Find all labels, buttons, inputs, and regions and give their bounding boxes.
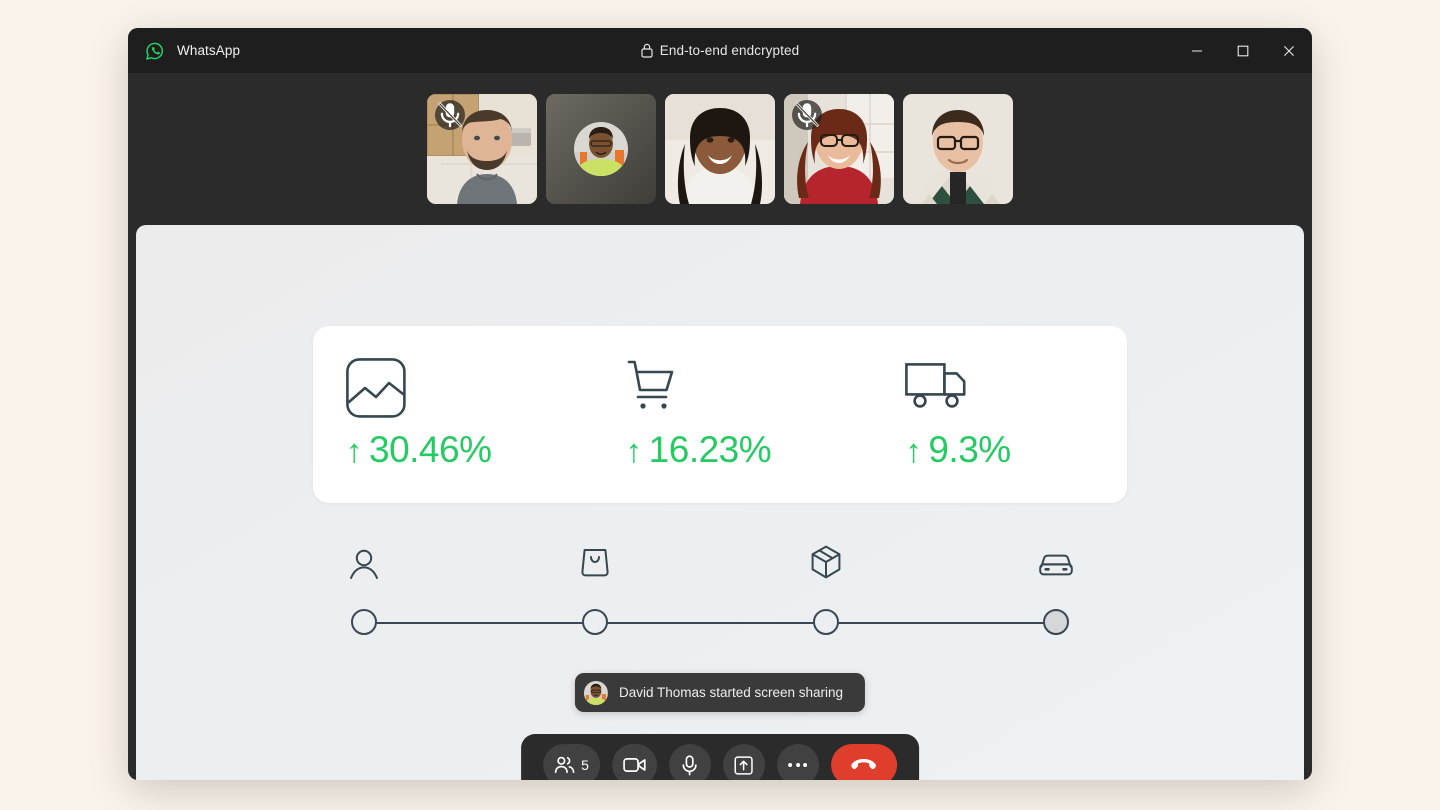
stat-percent: 16.23%: [648, 429, 772, 470]
app-title: WhatsApp: [177, 43, 241, 58]
whatsapp-logo-icon: [144, 40, 166, 62]
camera-button[interactable]: [611, 744, 657, 780]
trend-up-arrow-icon: ↑: [905, 431, 922, 469]
stats-card: ↑ 30.46% ↑ 16.23% ↑ 9.3%: [313, 326, 1127, 503]
participant-filmstrip: [128, 73, 1312, 225]
package-box-icon: [810, 545, 842, 579]
participant-tile[interactable]: [546, 94, 656, 204]
participant-tile[interactable]: [784, 94, 894, 204]
people-icon: [554, 755, 575, 775]
delivery-truck-icon: [905, 358, 1127, 420]
participant-tile[interactable]: [903, 94, 1013, 204]
chart-image-icon: [346, 358, 568, 420]
title-bar: WhatsApp End-to-end endcrypted: [128, 28, 1312, 73]
trend-up-arrow-icon: ↑: [346, 431, 363, 469]
stepper-dot-1[interactable]: [351, 609, 377, 635]
stat-percent: 30.46%: [369, 429, 492, 470]
stat-value: ↑ 16.23%: [626, 429, 848, 471]
microphone-muted-icon: [435, 100, 465, 130]
stat-item: ↑ 16.23%: [568, 326, 848, 503]
stat-item: ↑ 9.3%: [847, 326, 1127, 503]
call-control-bar: 5: [521, 734, 919, 780]
participant-avatar: [583, 680, 608, 705]
window-controls: [1174, 28, 1312, 73]
screen-share-toast: David Thomas started screen sharing: [574, 673, 866, 712]
encryption-label: End-to-end endcrypted: [659, 43, 800, 58]
stat-item: ↑ 30.46%: [313, 326, 568, 503]
stepper-dot-3[interactable]: [813, 609, 839, 635]
titlebar-brand: WhatsApp: [128, 40, 240, 62]
participant-tile[interactable]: [665, 94, 775, 204]
person-icon: [349, 549, 379, 581]
minimize-button[interactable]: [1174, 28, 1220, 73]
close-button[interactable]: [1266, 28, 1312, 73]
maximize-button[interactable]: [1220, 28, 1266, 73]
stat-value: ↑ 30.46%: [346, 429, 568, 471]
video-camera-icon: [622, 756, 646, 774]
shared-screen-stage: ↑ 30.46% ↑ 16.23% ↑ 9.3% David Thomas st…: [136, 225, 1304, 780]
trend-up-arrow-icon: ↑: [625, 431, 643, 469]
stat-value: ↑ 9.3%: [905, 429, 1127, 471]
participants-button[interactable]: 5: [543, 744, 600, 780]
end-call-button[interactable]: [830, 744, 897, 780]
stepper-dot-2[interactable]: [582, 609, 608, 635]
whatsapp-call-window: WhatsApp End-to-end endcrypted ↑ 30.46% …: [128, 28, 1312, 780]
shopping-bag-icon: [581, 547, 609, 577]
order-progress-stepper: [349, 545, 1073, 645]
shopping-cart-icon: [626, 358, 848, 420]
microphone-button[interactable]: [668, 744, 711, 780]
stepper-icons: [349, 545, 1073, 593]
stepper-dot-4[interactable]: [1043, 609, 1069, 635]
stepper-track: [364, 622, 1058, 624]
lock-icon: [641, 43, 653, 58]
encryption-indicator: End-to-end endcrypted: [128, 43, 1312, 58]
share-screen-button[interactable]: [722, 744, 765, 780]
share-screen-icon: [734, 755, 754, 775]
microphone-muted-icon: [792, 100, 822, 130]
toast-message: David Thomas started screen sharing: [618, 685, 844, 700]
more-horizontal-icon: [788, 763, 808, 767]
end-call-icon: [850, 757, 877, 773]
participant-tile[interactable]: [427, 94, 537, 204]
microphone-icon: [681, 754, 698, 776]
car-icon: [1039, 551, 1073, 577]
participant-count: 5: [581, 757, 589, 773]
stat-percent: 9.3%: [928, 429, 1011, 470]
more-options-button[interactable]: [776, 744, 819, 780]
